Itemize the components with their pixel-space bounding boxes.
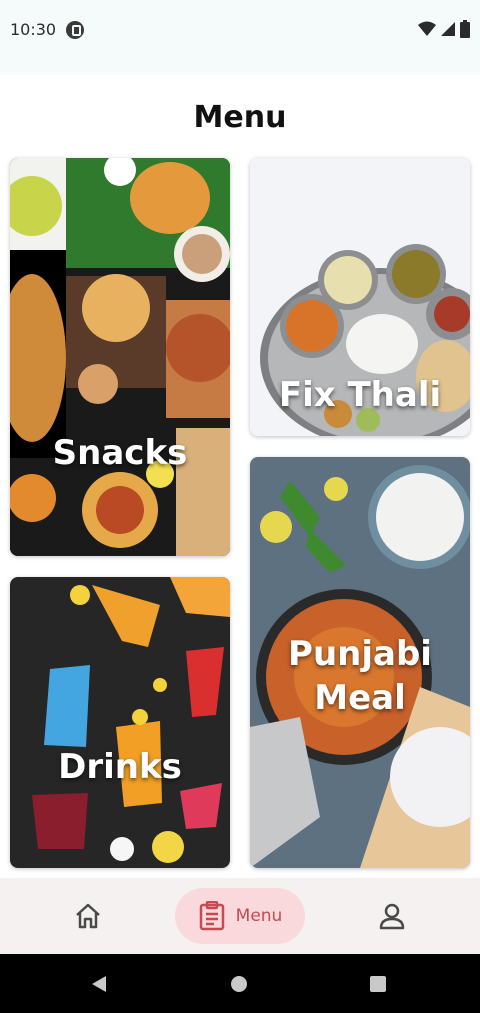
status-icons — [418, 20, 470, 38]
punjabi-meal-card[interactable]: Punjabi Meal — [250, 457, 470, 868]
drinks-card[interactable]: Drinks — [10, 577, 230, 868]
signal-icon — [441, 22, 455, 36]
drinks-image — [10, 577, 230, 868]
home-circle-icon[interactable] — [230, 975, 248, 993]
snacks-card[interactable]: Snacks — [10, 158, 230, 556]
drinks-label: Drinks — [58, 747, 182, 787]
punjabi-meal-label: Punjabi Meal — [288, 634, 432, 718]
nav-home[interactable] — [58, 888, 118, 944]
menu-clipboard-icon — [199, 901, 224, 931]
nav-profile[interactable] — [362, 888, 422, 944]
battery-icon — [460, 20, 470, 38]
page-title: Menu — [193, 100, 287, 135]
nav-menu[interactable]: Menu — [175, 888, 305, 944]
app-notification-icon — [66, 21, 84, 39]
fix-thali-label: Fix Thali — [278, 375, 442, 415]
system-navigation-bar — [0, 954, 480, 1013]
home-icon — [76, 903, 100, 929]
nav-menu-label: Menu — [235, 906, 283, 926]
recents-icon[interactable] — [369, 975, 387, 993]
profile-icon — [379, 903, 405, 930]
back-icon[interactable] — [90, 975, 108, 993]
bottom-navigation: Menu — [0, 878, 480, 954]
status-bar: 10:30 — [0, 0, 480, 75]
snacks-label: Snacks — [52, 433, 188, 473]
status-time: 10:30 — [10, 20, 57, 39]
wifi-icon — [418, 21, 436, 36]
snacks-image — [10, 158, 230, 556]
fix-thali-card[interactable]: Fix Thali — [250, 158, 470, 436]
